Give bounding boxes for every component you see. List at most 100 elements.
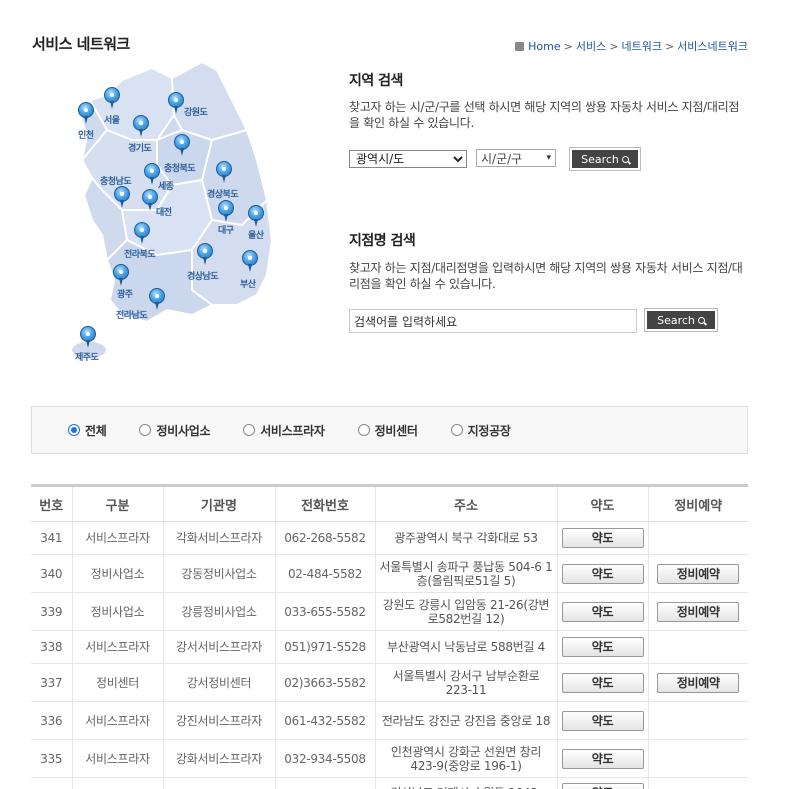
table-header-row: 번호 구분 기관명 전화번호 주소 약도 정비예약 bbox=[31, 484, 748, 522]
cell-reservation bbox=[648, 521, 748, 555]
map-button[interactable]: 약도 bbox=[561, 672, 644, 693]
map-button[interactable]: 약도 bbox=[561, 601, 644, 622]
radio-icon[interactable] bbox=[450, 424, 463, 436]
city-label-gyeongbuk[interactable]: 경상북도 bbox=[207, 187, 239, 200]
city-label-jeonbuk[interactable]: 전라북도 bbox=[124, 247, 156, 260]
map-pin-icon[interactable] bbox=[216, 161, 232, 183]
cell-reservation bbox=[648, 630, 748, 664]
table-row: 335 서비스프라자 강화서비스프라자 032-934-5508 인천광역시 강화군 선… bbox=[31, 739, 748, 778]
branch-search-title: 지점명 검색 bbox=[349, 233, 416, 249]
map-pin-icon[interactable] bbox=[174, 134, 190, 156]
cell-map: 약도 bbox=[557, 521, 649, 555]
city-label-daegu[interactable]: 대구 bbox=[218, 223, 234, 236]
filter-all[interactable]: 전체 bbox=[68, 422, 107, 439]
map-button[interactable]: 약도 bbox=[561, 528, 644, 548]
cell-phone bbox=[275, 777, 376, 789]
home-icon bbox=[515, 41, 525, 51]
reservation-button[interactable]: 정비예약 bbox=[657, 563, 740, 584]
cell-name: 강릉정비사업소 bbox=[163, 592, 276, 631]
city-label-gyeonggi[interactable]: 경기도 bbox=[128, 141, 152, 154]
cell-type: 서비스프라자 bbox=[72, 739, 164, 778]
filter-service-plaza[interactable]: 서비스프라자 bbox=[243, 422, 325, 439]
city-label-daejeon[interactable]: 대전 bbox=[156, 205, 172, 218]
cell-phone: 02-484-5582 bbox=[275, 554, 376, 593]
filter-designated-factory[interactable]: 지정공장 bbox=[450, 422, 511, 439]
breadcrumb: Home > 서비스 > 네트워크 > 서비스네트워크 bbox=[515, 38, 748, 54]
reservation-button[interactable]: 정비예약 bbox=[657, 601, 740, 622]
reservation-button[interactable]: 정비예약 bbox=[657, 672, 740, 693]
map-pin-icon[interactable] bbox=[80, 326, 96, 348]
cell-address: 광주광역시 북구 각화대로 53 bbox=[375, 521, 558, 555]
map-pin-icon[interactable] bbox=[168, 92, 184, 114]
filter-repair-office[interactable]: 정비사업소 bbox=[139, 422, 210, 439]
map-pin-icon[interactable] bbox=[114, 186, 130, 208]
service-network-table: 번호 구분 기관명 전화번호 주소 약도 정비예약 341 서비스프라자 각화서비스… bbox=[31, 484, 748, 789]
map-pin-icon[interactable] bbox=[134, 222, 150, 244]
breadcrumb-network[interactable]: 네트워크 bbox=[621, 38, 661, 54]
breadcrumb-separator: > bbox=[563, 39, 573, 53]
category-filter: 전체 정비사업소 서비스프라자 정비센터 지정공장 bbox=[31, 406, 748, 454]
map-button[interactable]: 약도 bbox=[561, 710, 644, 731]
map-pin-icon[interactable] bbox=[197, 243, 213, 265]
province-select[interactable]: 광역시/도 bbox=[349, 150, 467, 168]
cell-reservation: 정비예약 bbox=[648, 663, 748, 702]
city-label-gangwon[interactable]: 강원도 bbox=[184, 105, 208, 118]
cell-name: 강동정비사업소 bbox=[163, 554, 276, 593]
radio-icon[interactable] bbox=[357, 424, 370, 436]
map-button[interactable]: 약도 bbox=[561, 563, 644, 584]
cell-type: 서비스프라자 bbox=[72, 701, 164, 740]
city-label-jeonnam[interactable]: 전라남도 bbox=[116, 308, 148, 321]
cell-name: 강서서비스프라자 bbox=[163, 630, 276, 664]
cell-map: 약도 bbox=[557, 592, 649, 631]
map-pin-icon[interactable] bbox=[78, 102, 94, 124]
cell-phone: 062-268-5582 bbox=[275, 521, 376, 555]
city-label-sejong[interactable]: 세종 bbox=[158, 179, 174, 192]
city-label-ulsan[interactable]: 울산 bbox=[248, 228, 264, 241]
cell-address: 강원도 강릉시 입암동 21-26(강변로582번길 12) bbox=[375, 592, 558, 631]
city-label-gyeongnam[interactable]: 경상남도 bbox=[187, 269, 219, 282]
region-search-description: 찾고자 하는 시/군/구를 선택 하시면 해당 지역의 쌍용 자동차 서비스 지… bbox=[349, 100, 740, 130]
cell-address: 서울특별시 강서구 남부순환로 223-11 bbox=[375, 663, 558, 702]
map-pin-icon[interactable] bbox=[149, 288, 165, 310]
breadcrumb-service-network[interactable]: 서비스네트워크 bbox=[677, 38, 748, 54]
breadcrumb-separator: > bbox=[609, 39, 619, 53]
map-pin-icon[interactable] bbox=[113, 264, 129, 286]
map-pin-icon[interactable] bbox=[104, 87, 120, 109]
filter-label: 지정공장 bbox=[467, 423, 511, 438]
branch-search-input[interactable] bbox=[349, 309, 637, 333]
table-row: 경상남도 거제시 수월동 1043-약도 bbox=[31, 777, 748, 789]
city-label-incheon[interactable]: 인천 bbox=[78, 128, 94, 141]
radio-icon[interactable] bbox=[243, 424, 256, 436]
city-label-busan[interactable]: 부산 bbox=[240, 277, 256, 290]
radio-checked-icon[interactable] bbox=[68, 424, 80, 436]
map-pin-icon[interactable] bbox=[242, 250, 258, 272]
region-search-button[interactable]: Search bbox=[569, 147, 641, 171]
radio-icon[interactable] bbox=[139, 424, 152, 436]
cell-name: 강화서비스프라자 bbox=[163, 739, 276, 778]
cell-map: 약도 bbox=[557, 777, 649, 789]
table-row: 339 정비사업소 강릉정비사업소 033-655-5582 강원도 강릉시 입암동 2… bbox=[31, 592, 748, 631]
cell-type bbox=[72, 777, 164, 789]
breadcrumb-separator: > bbox=[664, 39, 675, 53]
breadcrumb-service[interactable]: 서비스 bbox=[576, 38, 606, 54]
map-pin-icon[interactable] bbox=[248, 205, 264, 227]
map-pin-icon[interactable] bbox=[133, 115, 149, 137]
filter-repair-center[interactable]: 정비센터 bbox=[357, 422, 418, 439]
page-title: 서비스 네트워크 bbox=[32, 35, 130, 53]
branch-search-button-label: Search bbox=[657, 313, 695, 327]
map-button[interactable]: 약도 bbox=[561, 748, 644, 769]
filter-label: 정비사업소 bbox=[156, 423, 211, 438]
breadcrumb-home[interactable]: Home bbox=[528, 40, 560, 53]
map-button[interactable]: 약도 bbox=[561, 637, 644, 657]
map-button[interactable]: 약도 bbox=[561, 782, 644, 789]
city-label-seoul[interactable]: 서울 bbox=[104, 113, 120, 126]
city-label-chungnam[interactable]: 충청남도 bbox=[100, 174, 132, 187]
branch-search-button[interactable]: Search bbox=[644, 308, 718, 332]
cell-reservation: 정비예약 bbox=[648, 592, 748, 631]
city-label-jeju[interactable]: 제주도 bbox=[75, 350, 99, 363]
district-select[interactable]: 시/군/구 ▾ bbox=[476, 149, 556, 167]
city-label-gwangju[interactable]: 광주 bbox=[117, 287, 133, 300]
city-label-chungbuk[interactable]: 충청북도 bbox=[164, 161, 196, 174]
filter-label: 서비스프라자 bbox=[260, 423, 325, 438]
map-pin-icon[interactable] bbox=[218, 200, 234, 222]
